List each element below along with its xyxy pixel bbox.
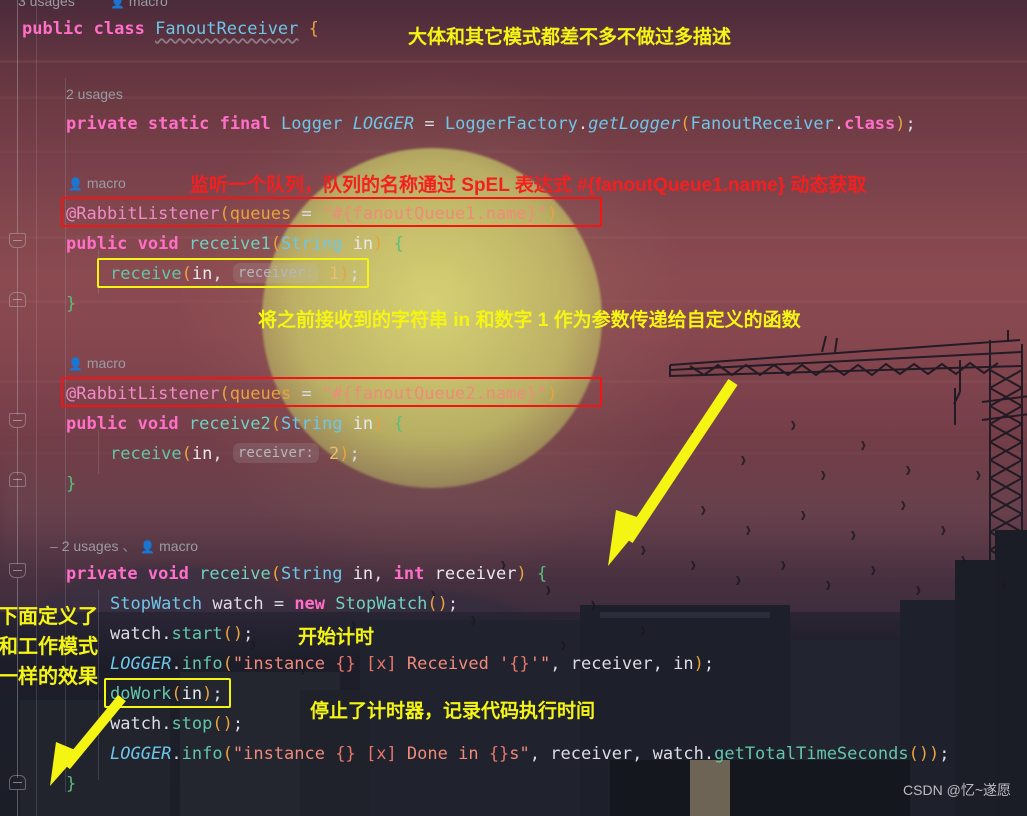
annotation-overall: 大体和其它模式都差不多不做过多描述 bbox=[408, 27, 732, 48]
author-hint-receive1-label: macro bbox=[86, 175, 126, 191]
usages-hint-receive-label: 2 usages bbox=[61, 538, 119, 554]
annotation-define-1: 下面定义了 bbox=[0, 606, 98, 628]
code-line-receive1-close[interactable]: } bbox=[66, 289, 76, 319]
annotation-define-3: 一样的效果 bbox=[0, 666, 98, 688]
code-line-watch-start[interactable]: watch.start(); bbox=[110, 619, 253, 649]
code-line-stopwatch-decl[interactable]: StopWatch watch = new StopWatch(); bbox=[110, 589, 458, 619]
usages-hint-class-label: 3 usages bbox=[18, 0, 75, 9]
editor-screenshot: ❱ ❱ ❱ ❱ ❱ ❱ ❱ ❱ ❱ ❱ ❱ ❱ ❱ ❱ ❱ ❱ ❱ ❱ ❱ ❱ … bbox=[0, 0, 1027, 816]
person-icon: 👤 bbox=[110, 0, 125, 9]
annotation-listener-spel: 监听一个队列，队列的名称通过 SpEL 表达式 #{fanoutQueue1.n… bbox=[190, 175, 867, 196]
fold-bar-class bbox=[17, 0, 18, 233]
usages-hint-class[interactable]: 3 usages bbox=[18, 0, 75, 9]
usages-hint-logger-label: 2 usages bbox=[66, 86, 123, 102]
annotation-start-timer: 开始计时 bbox=[298, 627, 375, 648]
annotation-arrow-to-receive-method bbox=[608, 378, 738, 566]
code-line-class-decl[interactable]: public class FanoutReceiver { bbox=[22, 14, 319, 44]
code-line-receive2-sig[interactable]: public void receive2(String in) { bbox=[66, 409, 404, 439]
usages-hint-logger[interactable]: 2 usages bbox=[66, 86, 123, 102]
annotation-define-2: 和工作模式 bbox=[0, 636, 98, 658]
code-line-receive-sig[interactable]: private void receive(String in, int rece… bbox=[66, 559, 547, 589]
fold-bar-class-4 bbox=[17, 790, 18, 816]
code-line-receive2-body[interactable]: receive(in, receiver: 2); bbox=[110, 439, 360, 469]
annotation-stop-timer: 停止了计时器，记录代码执行时间 bbox=[310, 701, 596, 722]
code-line-log-done[interactable]: LOGGER.info("instance {} [x] Done in {}s… bbox=[110, 739, 950, 769]
usages-hint-receive[interactable]: – 2 usages 、 👤 macro bbox=[50, 536, 198, 556]
annotation-pass-args: 将之前接收到的字符串 in 和数字 1 作为参数传递给自定义的函数 bbox=[258, 310, 801, 331]
inlay-hint-receiver: receiver: bbox=[232, 443, 319, 463]
annotation-arrow-to-closing-brace bbox=[50, 694, 126, 786]
author-hint-class[interactable]: 👤 macro bbox=[110, 0, 168, 9]
csdn-watermark: CSDN @忆~遂愿 bbox=[903, 782, 1011, 798]
fold-marker-receive2-open[interactable] bbox=[9, 413, 26, 428]
author-hint-receive-label: macro bbox=[159, 538, 199, 554]
fold-bar-class-2 bbox=[17, 295, 18, 415]
highlight-box-receive1-call bbox=[97, 258, 369, 288]
fold-marker-receive-open[interactable] bbox=[9, 563, 26, 578]
fold-dash: – bbox=[50, 538, 58, 554]
fold-bar-class-3 bbox=[17, 478, 18, 564]
author-hint-receive2-label: macro bbox=[86, 355, 126, 371]
fold-marker-receive1-open[interactable] bbox=[9, 233, 26, 248]
separator: 、 bbox=[122, 538, 137, 554]
author-hint-class-label: macro bbox=[128, 0, 168, 9]
code-line-logger-decl[interactable]: private static final Logger LOGGER = Log… bbox=[66, 109, 916, 139]
author-hint-receive1[interactable]: 👤 macro bbox=[68, 175, 126, 191]
fold-marker-receive-close[interactable] bbox=[9, 775, 26, 790]
person-icon: 👤 bbox=[68, 357, 83, 371]
code-line-receive1-sig[interactable]: public void receive1(String in) { bbox=[66, 229, 404, 259]
highlight-box-listener2 bbox=[61, 377, 602, 407]
code-line-log-received[interactable]: LOGGER.info("instance {} [x] Received '{… bbox=[110, 649, 714, 679]
fold-bar-receive2 bbox=[17, 428, 18, 475]
highlight-box-listener1 bbox=[61, 197, 602, 227]
author-hint-receive2[interactable]: 👤 macro bbox=[68, 355, 126, 371]
person-icon: 👤 bbox=[68, 177, 83, 191]
fold-bar-receive1 bbox=[17, 248, 18, 295]
person-icon: 👤 bbox=[140, 540, 156, 554]
code-line-receive2-close[interactable]: } bbox=[66, 469, 76, 499]
